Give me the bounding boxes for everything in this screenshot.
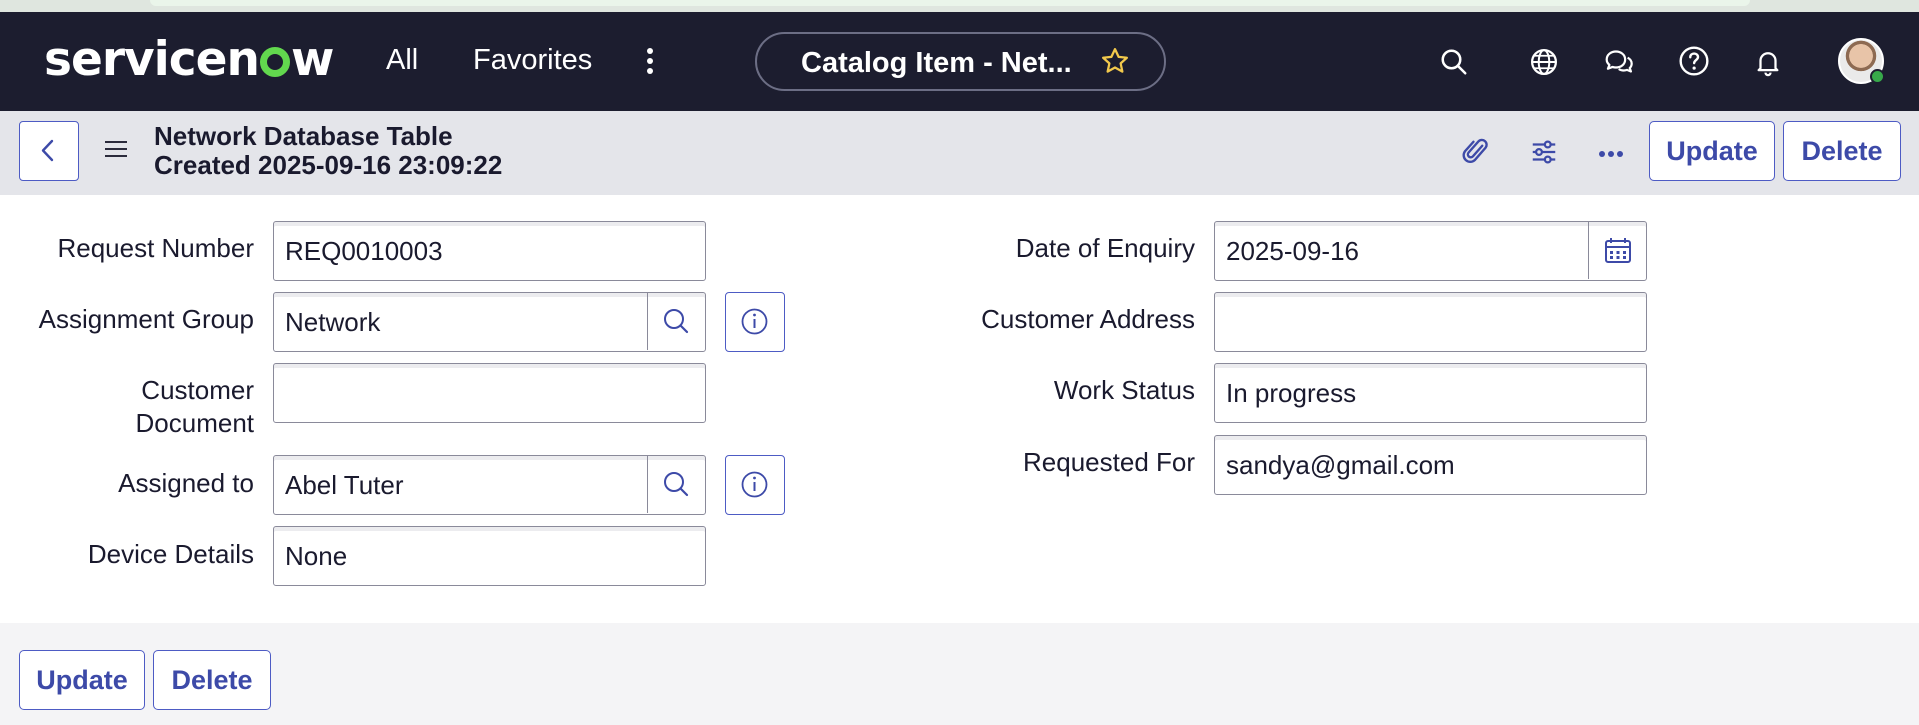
back-button[interactable] xyxy=(19,121,79,181)
nav-favorites-menu[interactable]: Favorites xyxy=(473,44,592,77)
context-menu-icon[interactable] xyxy=(105,141,127,159)
record-form: Request Number REQ0010003 Assignment Gro… xyxy=(0,195,1919,623)
customer-document-label-line1: Customer xyxy=(141,375,254,405)
assigned-to-field[interactable]: Abel Tuter xyxy=(273,455,706,515)
date-of-enquiry-label: Date of Enquiry xyxy=(1015,233,1195,263)
settings-sliders-icon[interactable] xyxy=(1529,137,1559,172)
assignment-group-field[interactable]: Network xyxy=(273,292,706,352)
request-number-value: REQ0010003 xyxy=(285,236,443,266)
record-created-timestamp: Created 2025-09-16 23:09:22 xyxy=(154,150,503,180)
requested-for-label: Requested For xyxy=(1023,447,1195,477)
online-status-dot xyxy=(1870,69,1885,84)
request-number-label: Request Number xyxy=(57,233,254,263)
context-title-pill[interactable]: Catalog Item - Net... xyxy=(755,32,1166,91)
work-status-label: Work Status xyxy=(1053,375,1195,405)
logo-o-icon xyxy=(259,47,290,77)
logo-text-end: w xyxy=(290,32,334,87)
date-of-enquiry-value: 2025-09-16 xyxy=(1226,236,1359,266)
footer-update-button[interactable]: Update xyxy=(19,650,145,710)
globe-icon[interactable] xyxy=(1529,47,1559,82)
lookup-search-icon[interactable] xyxy=(647,293,705,350)
assignment-group-label: Assignment Group xyxy=(38,304,254,334)
customer-document-label-line2: Document xyxy=(135,408,255,438)
date-of-enquiry-field[interactable]: 2025-09-16 xyxy=(1214,221,1647,281)
assigned-to-info-icon[interactable] xyxy=(725,455,785,515)
logo-text: servicen xyxy=(44,32,260,87)
chevron-left-icon xyxy=(41,139,54,162)
customer-document-field[interactable] xyxy=(273,363,706,423)
record-title-block: Network Database Table Created 2025-09-1… xyxy=(154,122,502,180)
user-avatar[interactable] xyxy=(1838,38,1885,84)
update-button[interactable]: Update xyxy=(1649,121,1775,181)
customer-address-field[interactable] xyxy=(1214,292,1647,352)
more-actions-icon[interactable] xyxy=(1598,146,1624,164)
chat-icon[interactable] xyxy=(1603,47,1635,82)
context-title: Catalog Item - Net... xyxy=(801,47,1072,79)
form-footer: Update Delete xyxy=(0,623,1919,725)
browser-tab-strip xyxy=(150,0,1750,6)
more-menu-icon[interactable] xyxy=(645,48,655,76)
top-navigation-bar: servicen w All Favorites Catalog Item - N… xyxy=(0,12,1919,111)
record-title: Network Database Table xyxy=(154,121,453,151)
work-status-value: In progress xyxy=(1226,378,1357,408)
record-header: Network Database Table Created 2025-09-1… xyxy=(0,111,1919,195)
assignment-group-info-icon[interactable] xyxy=(725,292,785,352)
device-details-label: Device Details xyxy=(87,539,254,569)
attachment-paperclip-icon[interactable] xyxy=(1461,135,1491,174)
delete-button[interactable]: Delete xyxy=(1783,121,1901,181)
device-details-field[interactable]: None xyxy=(273,526,706,586)
device-details-value: None xyxy=(285,541,348,571)
request-number-field[interactable]: REQ0010003 xyxy=(273,221,706,281)
servicenow-logo[interactable]: servicen w xyxy=(44,32,334,87)
help-icon[interactable] xyxy=(1678,45,1710,82)
notifications-bell-icon[interactable] xyxy=(1753,46,1783,83)
lookup-search-icon[interactable] xyxy=(647,456,705,513)
calendar-icon[interactable] xyxy=(1588,222,1646,279)
customer-address-label: Customer Address xyxy=(981,304,1195,334)
footer-delete-button[interactable]: Delete xyxy=(153,650,271,710)
requested-for-field[interactable]: sandya@gmail.com xyxy=(1214,435,1647,495)
assignment-group-value: Network xyxy=(285,307,381,337)
favorite-star-icon[interactable] xyxy=(1100,46,1130,81)
assigned-to-label: Assigned to xyxy=(118,468,254,498)
work-status-field[interactable]: In progress xyxy=(1214,363,1647,423)
customer-document-label: Customer Document xyxy=(0,374,255,440)
requested-for-value: sandya@gmail.com xyxy=(1226,450,1455,480)
browser-top-strip xyxy=(0,0,1919,12)
assigned-to-value: Abel Tuter xyxy=(285,470,404,500)
nav-all-menu[interactable]: All xyxy=(386,44,418,77)
search-icon[interactable] xyxy=(1439,47,1469,82)
